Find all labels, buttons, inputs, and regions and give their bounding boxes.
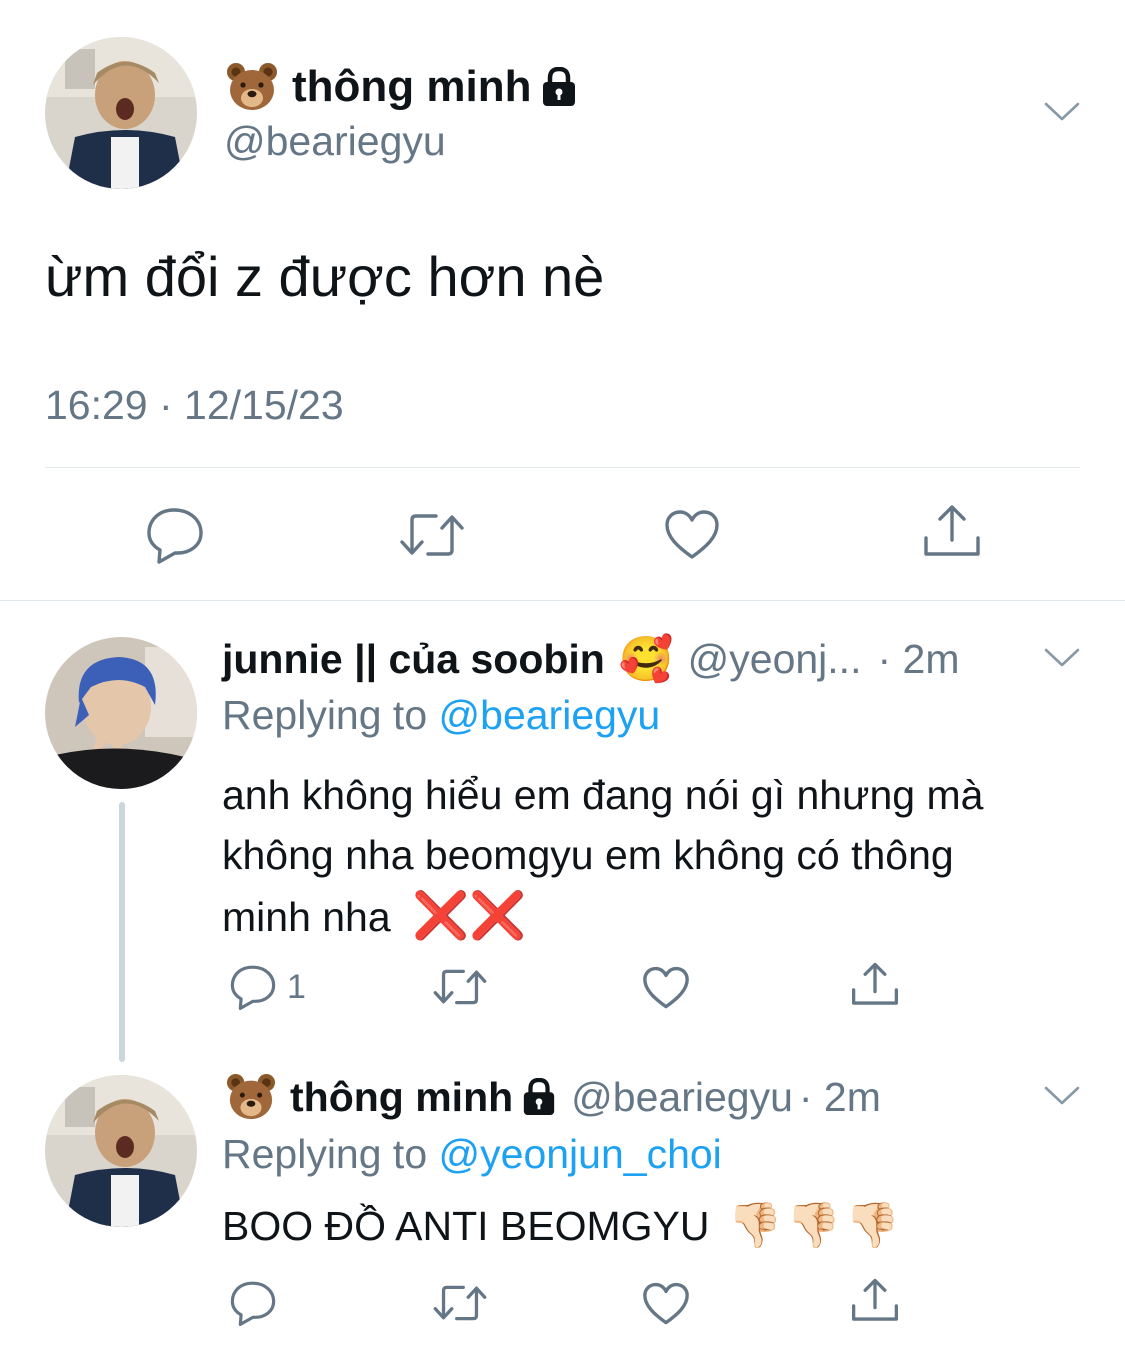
reply2-bear-face-icon <box>226 1073 276 1121</box>
reply2-retweet-icon[interactable] <box>432 1282 488 1324</box>
reply1-text-line-3: minh nha <box>222 894 391 940</box>
reply2-more-chevron-icon[interactable] <box>1044 1084 1080 1108</box>
reply1-share-icon[interactable] <box>850 962 900 1008</box>
reply1-text-line-1: anh không hiểu em đang nói gì nhưng mà <box>222 772 984 818</box>
lock-icon <box>540 67 578 107</box>
reply1-replying-to: Replying to @beariegyu <box>222 692 660 739</box>
reply2-share-icon[interactable] <box>850 1278 900 1324</box>
main-tweet-more-chevron-icon[interactable] <box>1044 100 1080 124</box>
reply2-handle: @beariegyu <box>571 1073 793 1120</box>
reply2-mention-link[interactable]: @yeonjun_choi <box>439 1131 722 1177</box>
reply2-lock-icon <box>521 1078 557 1116</box>
section-divider <box>0 600 1125 601</box>
reply1-like-heart-icon[interactable] <box>642 966 690 1010</box>
reply1-retweet-icon[interactable] <box>432 966 488 1008</box>
main-tweet-name-row[interactable]: thông minh <box>226 58 578 116</box>
smiling-face-with-hearts-emoji: 🥰 <box>618 635 674 684</box>
main-tweet-avatar[interactable] <box>45 37 197 189</box>
bear-face-icon <box>226 62 278 112</box>
reply1-reply-count: 1 <box>287 968 306 1006</box>
share-icon[interactable] <box>922 504 982 560</box>
reply1-text-line-2: không nha beomgyu em không có thông <box>222 832 954 878</box>
reply2-header[interactable]: thông minh @beariegyu · 2m <box>226 1070 881 1124</box>
reply1-header[interactable]: junnie || của soobin 🥰 @yeonj... · 2m <box>222 634 959 684</box>
thumbs-down-emoji: 👎🏻👎🏻👎🏻 <box>727 1201 904 1250</box>
like-heart-icon[interactable] <box>664 509 720 561</box>
main-tweet-handle[interactable]: @beariegyu <box>224 118 446 165</box>
cross-mark-emoji: ❌❌ <box>412 889 527 941</box>
reply2-replying-to: Replying to @yeonjun_choi <box>222 1131 722 1178</box>
reply1-handle: @yeonj... <box>687 635 862 682</box>
reply1-display-name: junnie || của soobin <box>222 635 605 682</box>
main-tweet-text: ừm đổi z được hơn nè <box>45 245 605 308</box>
reply2-replying-label: Replying to <box>222 1131 428 1177</box>
reply1-more-chevron-icon[interactable] <box>1044 646 1080 670</box>
reply2-avatar[interactable] <box>45 1075 197 1227</box>
thread-line <box>119 802 125 1062</box>
reply2-text-row: BOO ĐỒ ANTI BEOMGYU 👎🏻👎🏻👎🏻 <box>222 1198 904 1254</box>
reply1-replying-label: Replying to <box>222 692 428 738</box>
reply-icon[interactable] <box>145 506 205 564</box>
reply1-mention-link[interactable]: @beariegyu <box>439 692 661 738</box>
reply2-time: · 2m <box>798 1073 881 1120</box>
reply2-like-heart-icon[interactable] <box>642 1282 690 1326</box>
reply1-text-line-3-row: minh nha ❌❌ <box>222 885 983 947</box>
main-tweet-display-name: thông minh <box>292 62 532 111</box>
reply2-display-name: thông minh <box>290 1073 514 1120</box>
main-tweet-divider <box>45 467 1080 468</box>
reply1-text: anh không hiểu em đang nói gì nhưng mà k… <box>222 765 983 947</box>
reply2-text: BOO ĐỒ ANTI BEOMGYU <box>222 1203 710 1249</box>
retweet-icon[interactable] <box>398 510 466 560</box>
reply1-reply-icon[interactable] <box>229 964 277 1010</box>
reply1-avatar[interactable] <box>45 637 197 789</box>
reply1-time: · 2m <box>877 635 960 682</box>
reply2-reply-icon[interactable] <box>229 1280 277 1326</box>
main-tweet-timestamp[interactable]: 16:29 · 12/15/23 <box>45 382 344 429</box>
